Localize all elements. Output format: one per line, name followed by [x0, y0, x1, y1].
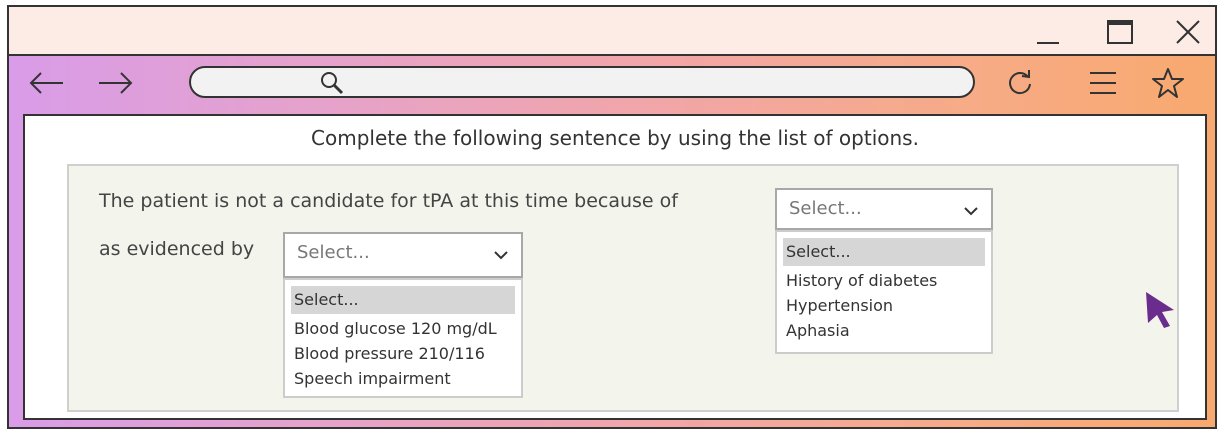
condition-select[interactable]: Select...	[775, 188, 993, 230]
chevron-down-icon	[964, 207, 978, 216]
condition-select-value: Select...	[789, 198, 862, 219]
condition-option[interactable]: History of diabetes	[783, 268, 985, 293]
evidence-option[interactable]: Select...	[291, 286, 515, 314]
question-heading: Complete the following sentence by using…	[311, 126, 919, 150]
sentence-part-1: The patient is not a candidate for tPA a…	[99, 190, 678, 212]
search-icon	[321, 72, 344, 95]
condition-option[interactable]: Hypertension	[783, 293, 985, 318]
evidence-option[interactable]: Speech impairment	[291, 366, 515, 391]
condition-option[interactable]: Select...	[783, 238, 985, 266]
condition-option[interactable]: Aphasia	[783, 318, 985, 343]
evidence-option[interactable]: Blood glucose 120 mg/dL	[291, 316, 515, 341]
reload-icon[interactable]	[1005, 68, 1035, 98]
chevron-down-icon	[494, 251, 508, 260]
forward-arrow-icon[interactable]	[95, 70, 135, 96]
mouse-cursor-icon	[1146, 292, 1174, 328]
evidence-select-value: Select...	[297, 242, 370, 263]
browser-window: Complete the following sentence by using…	[7, 5, 1217, 429]
star-icon[interactable]	[1151, 66, 1185, 100]
evidence-options-list: Select... Blood glucose 120 mg/dL Blood …	[283, 278, 523, 398]
back-arrow-icon[interactable]	[27, 70, 67, 96]
sentence-part-2: as evidenced by	[99, 238, 255, 260]
maximize-icon[interactable]	[1103, 15, 1137, 49]
title-bar	[9, 7, 1215, 56]
close-icon[interactable]	[1171, 15, 1205, 49]
question-panel: The patient is not a candidate for tPA a…	[67, 164, 1179, 412]
page-content: Complete the following sentence by using…	[23, 114, 1207, 420]
address-bar[interactable]	[189, 66, 975, 98]
evidence-select[interactable]: Select...	[283, 232, 523, 278]
evidence-option[interactable]: Blood pressure 210/116	[291, 341, 515, 366]
minimize-icon[interactable]	[1031, 15, 1065, 49]
navigation-bar	[9, 56, 1215, 112]
condition-options-list: Select... History of diabetes Hypertensi…	[775, 230, 993, 354]
menu-icon[interactable]	[1087, 68, 1119, 98]
